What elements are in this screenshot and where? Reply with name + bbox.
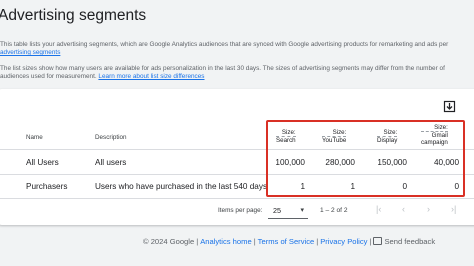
- prev-page-icon[interactable]: ‹: [402, 204, 405, 214]
- download-icon[interactable]: [443, 100, 456, 113]
- next-page-icon[interactable]: ›: [427, 204, 430, 214]
- dropdown-caret-icon: ▾: [300, 207, 304, 214]
- row-2-name: Purchasers: [26, 182, 68, 191]
- footer-link-privacy[interactable]: Privacy Policy: [320, 237, 367, 246]
- footer-link-terms[interactable]: Terms of Service: [258, 237, 315, 246]
- last-page-icon[interactable]: ›|: [451, 204, 456, 214]
- size-columns-highlight-box: [266, 120, 465, 197]
- page-title: Advertising segments: [0, 7, 147, 24]
- footer-link-analytics-home[interactable]: Analytics home: [200, 237, 252, 246]
- items-per-page-select[interactable]: 25 ▾: [268, 202, 308, 219]
- row-2-description: Users who have purchased in the last 540…: [95, 182, 268, 191]
- row-divider: [0, 198, 474, 199]
- column-header-description[interactable]: Description: [95, 134, 127, 141]
- row-1-name: All Users: [26, 158, 59, 167]
- first-page-icon[interactable]: |‹: [376, 204, 381, 214]
- feedback-icon: [373, 237, 383, 245]
- row-1-description: All users: [95, 158, 127, 167]
- advertising-segments-link[interactable]: advertising segments: [0, 49, 60, 56]
- pagination-range: 1 – 2 of 2: [320, 207, 348, 214]
- send-feedback-link[interactable]: Send feedback: [384, 237, 435, 246]
- items-per-page-value: 25: [273, 206, 281, 215]
- learn-more-link[interactable]: Learn more about list size differences: [98, 73, 204, 80]
- copyright-text: © 2024 Google: [143, 237, 195, 246]
- items-per-page-label: Items per page:: [218, 207, 263, 214]
- size-note-line-2: audiences used for measurement.: [0, 73, 97, 80]
- column-header-name[interactable]: Name: [26, 134, 43, 141]
- footer: © 2024 Google | Analytics home | Terms of Se…: [143, 237, 436, 246]
- description-line-1: This table lists your advertising segmen…: [0, 41, 449, 48]
